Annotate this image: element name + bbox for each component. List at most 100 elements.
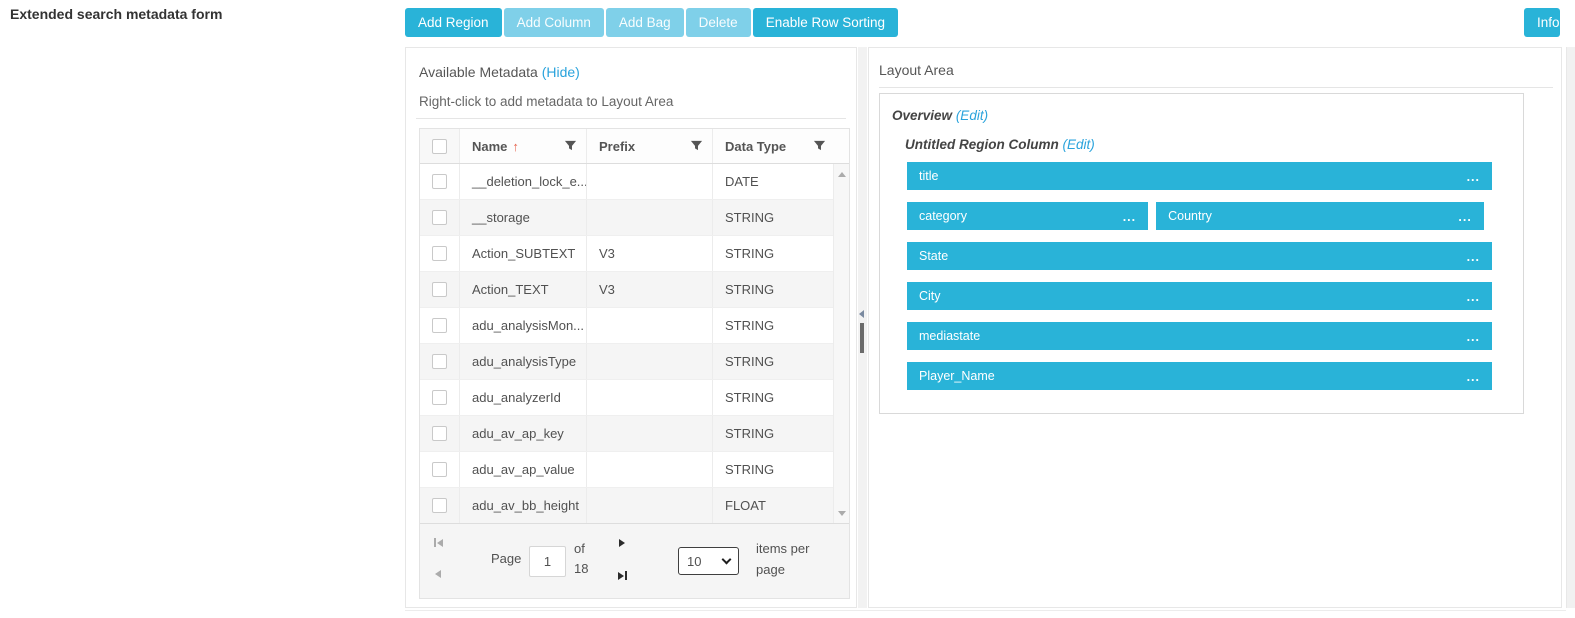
toolbar-button[interactable]: Add Column xyxy=(504,8,604,37)
row-checkbox-cell xyxy=(420,416,460,451)
layout-field[interactable]: Country ... xyxy=(1156,202,1484,230)
table-row[interactable]: adu_av_ap_value STRING xyxy=(420,452,835,488)
layout-field-label: mediastate xyxy=(919,329,980,343)
row-checkbox[interactable] xyxy=(432,390,447,405)
toolbar-button[interactable]: Add Bag xyxy=(606,8,684,37)
table-scrollbar[interactable] xyxy=(833,164,849,524)
row-checkbox[interactable] xyxy=(432,282,447,297)
table-row[interactable]: __storage STRING xyxy=(420,200,835,236)
table-row[interactable]: adu_av_bb_height FLOAT xyxy=(420,488,835,524)
panel-splitter[interactable] xyxy=(858,47,867,608)
cell-datatype: STRING xyxy=(713,452,835,487)
page-scrollbar[interactable] xyxy=(1566,47,1575,608)
row-checkbox[interactable] xyxy=(432,318,447,333)
available-metadata-panel: Available Metadata (Hide) Right-click to… xyxy=(405,47,857,608)
filter-icon-datatype[interactable] xyxy=(813,139,826,152)
available-metadata-title: Available Metadata (Hide) xyxy=(419,64,580,80)
column-label-datatype: Data Type xyxy=(725,139,786,154)
hide-link[interactable]: (Hide) xyxy=(542,64,580,80)
row-checkbox[interactable] xyxy=(432,246,447,261)
pager: Page of 18 10 items per page xyxy=(420,523,849,598)
of-label: of xyxy=(574,541,585,556)
row-checkbox[interactable] xyxy=(432,354,447,369)
filter-icon-name[interactable] xyxy=(564,139,577,152)
table-row[interactable]: Action_TEXT V3 STRING xyxy=(420,272,835,308)
region-column-edit-link[interactable]: (Edit) xyxy=(1063,137,1095,152)
cell-datatype: STRING xyxy=(713,272,835,307)
splitter-drag-handle[interactable] xyxy=(860,323,864,353)
grid-header: Name ↑ Prefix Data Type xyxy=(420,129,849,164)
filter-icon-prefix[interactable] xyxy=(690,139,703,152)
table-row[interactable]: adu_av_ap_key STRING xyxy=(420,416,835,452)
toolbar: Add Region Add Column Add Bag Delete Ena… xyxy=(405,8,898,37)
region-edit-link[interactable]: (Edit) xyxy=(956,108,988,123)
previous-page-button[interactable] xyxy=(435,570,441,578)
cell-prefix xyxy=(587,380,713,415)
page-word-label: page xyxy=(756,562,785,577)
cell-prefix: V3 xyxy=(587,236,713,271)
table-row[interactable]: Action_SUBTEXT V3 STRING xyxy=(420,236,835,272)
cell-name: adu_analysisType xyxy=(460,344,587,379)
layout-field[interactable]: mediastate ... xyxy=(907,322,1492,350)
column-label-name: Name xyxy=(472,139,507,154)
cell-datatype: STRING xyxy=(713,236,835,271)
layout-region-box: Overview (Edit) Untitled Region Column (… xyxy=(879,93,1524,414)
layout-field[interactable]: category ... xyxy=(907,202,1148,230)
row-checkbox-cell xyxy=(420,308,460,343)
toolbar-button[interactable]: Delete xyxy=(686,8,751,37)
layout-area-title: Layout Area xyxy=(879,62,954,78)
toolbar-button[interactable]: Add Region xyxy=(405,8,502,37)
cell-datatype: STRING xyxy=(713,200,835,235)
region-header: Overview (Edit) xyxy=(892,108,988,123)
layout-field-label: State xyxy=(919,249,948,263)
region-column-header: Untitled Region Column (Edit) xyxy=(905,137,1095,152)
row-checkbox[interactable] xyxy=(432,462,447,477)
page-label: Page xyxy=(491,551,521,566)
first-page-button[interactable] xyxy=(434,538,443,547)
column-header-prefix[interactable]: Prefix xyxy=(587,129,713,163)
column-header-datatype[interactable]: Data Type xyxy=(713,129,835,163)
layout-area-panel: Layout Area Overview (Edit) Untitled Reg… xyxy=(868,47,1562,608)
chevron-down-icon xyxy=(722,554,732,564)
page-size-select[interactable]: 10 xyxy=(678,547,739,575)
cell-name: adu_av_bb_height xyxy=(460,488,587,523)
page-title: Extended search metadata form xyxy=(10,6,222,22)
cell-prefix xyxy=(587,344,713,379)
row-checkbox-cell xyxy=(420,200,460,235)
cell-prefix xyxy=(587,200,713,235)
scroll-down-icon[interactable] xyxy=(838,511,846,516)
cell-name: adu_analyzerId xyxy=(460,380,587,415)
column-header-name[interactable]: Name ↑ xyxy=(460,129,587,163)
cell-prefix xyxy=(587,164,713,199)
collapse-left-icon[interactable] xyxy=(859,310,864,318)
select-all-cell xyxy=(420,129,460,163)
scroll-up-icon[interactable] xyxy=(838,172,846,177)
divider xyxy=(405,610,1566,611)
row-checkbox[interactable] xyxy=(432,498,447,513)
table-row[interactable]: adu_analyzerId STRING xyxy=(420,380,835,416)
last-page-button[interactable] xyxy=(618,571,627,580)
info-button[interactable]: Info xyxy=(1524,8,1560,37)
next-page-button[interactable] xyxy=(619,539,625,547)
row-checkbox[interactable] xyxy=(432,426,447,441)
total-pages: 18 xyxy=(574,561,588,576)
cell-datatype: STRING xyxy=(713,344,835,379)
cell-datatype: FLOAT xyxy=(713,488,835,523)
select-all-checkbox[interactable] xyxy=(432,139,447,154)
metadata-hint: Right-click to add metadata to Layout Ar… xyxy=(419,94,673,109)
page-number-input[interactable] xyxy=(529,546,566,577)
layout-field[interactable]: Player_Name ... xyxy=(907,362,1492,390)
table-row[interactable]: adu_analysisMon... STRING xyxy=(420,308,835,344)
layout-field[interactable]: City ... xyxy=(907,282,1492,310)
region-name: Overview xyxy=(892,108,952,123)
region-column-name: Untitled Region Column xyxy=(905,137,1059,152)
toolbar-button[interactable]: Enable Row Sorting xyxy=(753,8,898,37)
row-checkbox[interactable] xyxy=(432,174,447,189)
row-checkbox-cell xyxy=(420,164,460,199)
table-row[interactable]: adu_analysisType STRING xyxy=(420,344,835,380)
layout-field[interactable]: State ... xyxy=(907,242,1492,270)
row-checkbox[interactable] xyxy=(432,210,447,225)
table-row[interactable]: __deletion_lock_e... DATE xyxy=(420,164,835,200)
row-checkbox-cell xyxy=(420,380,460,415)
layout-field[interactable]: title ... xyxy=(907,162,1492,190)
